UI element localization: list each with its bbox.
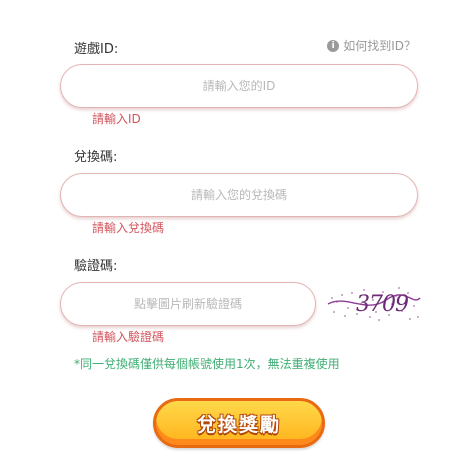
game-id-error: 請輸入ID — [92, 112, 141, 126]
redeem-code-input[interactable] — [61, 187, 417, 203]
redeem-reward-button-label: 兌換獎勵 — [196, 413, 281, 436]
game-id-input[interactable] — [61, 78, 417, 94]
redeem-code-error: 請輸入兌換碼 — [92, 221, 165, 235]
info-icon: i — [327, 39, 340, 52]
captcha-image[interactable]: 3709 — [326, 284, 422, 324]
find-id-help-link[interactable]: i 如何找到ID？ — [327, 37, 416, 54]
usage-note: *同一兌換碼僅供每個帳號使用1次，無法重複使用 — [74, 357, 340, 371]
redeem-code-field — [60, 173, 418, 217]
find-id-help-text: 如何找到ID？ — [343, 39, 416, 53]
redeem-reward-button[interactable]: 兌換獎勵 — [153, 398, 325, 448]
captcha-text: 3709 — [356, 292, 409, 317]
captcha-input[interactable] — [61, 296, 315, 312]
redeem-code-label: 兌換碼: — [74, 150, 118, 165]
game-id-label: 遊戲ID: — [74, 42, 119, 57]
captcha-error: 請輸入驗證碼 — [92, 330, 165, 344]
captcha-label: 驗證碼: — [74, 259, 118, 274]
game-id-field — [60, 64, 418, 108]
captcha-field — [60, 282, 316, 326]
captcha-graphic: 3709 — [327, 287, 421, 321]
